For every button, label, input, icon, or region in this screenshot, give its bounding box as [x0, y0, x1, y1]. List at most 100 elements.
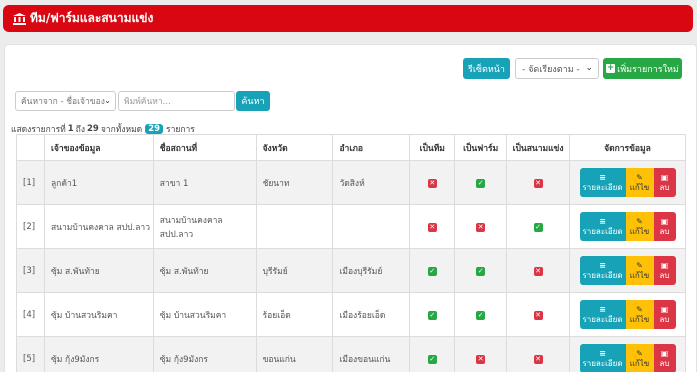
edit-button[interactable]: ✎ แก้ไข [625, 300, 654, 329]
farm-flag-cell: ✓ [454, 248, 508, 293]
province-cell [255, 204, 334, 249]
trash-icon: ▣ [660, 304, 669, 314]
column-header: เจ้าของข้อมูล [43, 134, 154, 161]
add-new-label: เพิ่มรายการใหม่ [617, 64, 679, 75]
row-number: [5] [16, 336, 45, 372]
team-flag-cell: ✓ [409, 336, 456, 372]
trash-icon: ▣ [660, 260, 669, 270]
cross-icon: ✕ [476, 222, 486, 232]
place-cell: ซุ้ม กุ้ง9มังกร [152, 336, 257, 372]
table-row: [2] สนามบ้านคงคาล สปป.ลาว สนามบ้านคงคาล สป… [16, 204, 686, 249]
check-icon: ✓ [476, 266, 486, 276]
edit-button[interactable]: ✎ แก้ไข [625, 344, 654, 372]
column-header: เป็นสนามแข่ง [506, 134, 570, 161]
detail-button[interactable]: ≡ รายละเอียด [579, 168, 626, 197]
delete-button[interactable]: ▣ ลบ [653, 344, 676, 372]
district-cell: เมืองบุรีรัมย์ [332, 248, 411, 293]
reset-page-button[interactable]: รีเซ็ตหน้า [463, 58, 510, 79]
delete-button[interactable]: ▣ ลบ [653, 168, 676, 197]
search-button[interactable]: ค้นหา [236, 91, 270, 111]
check-icon: ✓ [427, 354, 437, 364]
actions-cell: ≡ รายละเอียด ✎ แก้ไข ▣ ลบ [569, 204, 686, 249]
column-header: เป็นทีม [409, 134, 456, 161]
delete-button[interactable]: ▣ ลบ [653, 256, 676, 285]
delete-label: ลบ [659, 358, 670, 368]
edit-label: แก้ไข [629, 226, 650, 236]
place-cell: ซุ้ม บ้านสวนริมคา [152, 292, 257, 337]
owner-cell: ซุ้ม กุ้ง9มังกร [43, 336, 154, 372]
stadium-flag-cell: ✕ [506, 160, 570, 205]
district-cell: เมืองขอนแก่น [332, 336, 411, 372]
check-icon: ✓ [533, 222, 543, 232]
delete-label: ลบ [659, 314, 670, 324]
check-icon: ✓ [427, 266, 437, 276]
row-number: [2] [16, 204, 45, 249]
detail-button[interactable]: ≡ รายละเอียด [579, 256, 626, 285]
edit-button[interactable]: ✎ แก้ไข [625, 212, 654, 241]
actions-cell: ≡ รายละเอียด ✎ แก้ไข ▣ ลบ [569, 292, 686, 337]
detail-label: รายละเอียด [582, 314, 623, 324]
delete-label: ลบ [659, 182, 670, 192]
edit-label: แก้ไข [629, 182, 650, 192]
actions-cell: ≡ รายละเอียด ✎ แก้ไข ▣ ลบ [569, 160, 686, 205]
cross-icon: ✕ [533, 354, 543, 364]
edit-label: แก้ไข [629, 270, 650, 280]
check-icon: ✓ [427, 310, 437, 320]
row-number: [1] [16, 160, 45, 205]
total-badge: 29 [145, 124, 164, 134]
add-new-button[interactable]: + เพิ่มรายการใหม่ [603, 58, 682, 79]
trash-icon: ▣ [660, 172, 669, 182]
content-card: รีเซ็ตหน้า - จัดเรียงตาม - ⌄ + เพิ่มรายก… [4, 44, 697, 372]
edit-icon: ✎ [636, 348, 643, 358]
edit-button[interactable]: ✎ แก้ไข [625, 256, 654, 285]
owner-cell: ซุ้ม ส.พันท้าย [43, 248, 154, 293]
search-input[interactable]: พิมพ์ค้นหา... [118, 91, 235, 111]
sort-select[interactable]: - จัดเรียงตาม - ⌄ [515, 58, 599, 79]
table-row: [4] ซุ้ม บ้านสวนริมคา ซุ้ม บ้านสวนริมคา ร้อ… [16, 292, 686, 337]
edit-icon: ✎ [636, 216, 643, 226]
owner-cell: ลูกค้า1 [43, 160, 154, 205]
detail-label: รายละเอียด [582, 358, 623, 368]
chevron-down-icon: ⌄ [585, 63, 593, 73]
data-table: เจ้าของข้อมูล ชื่อสถานที่ จังหวัด อำเภอ … [16, 134, 686, 372]
search-field-select[interactable]: ค้นหาจาก - ชื่อเจ้าของ ⌄ [15, 91, 116, 111]
list-icon: ≡ [599, 304, 606, 314]
detail-button[interactable]: ≡ รายละเอียด [579, 344, 626, 372]
stadium-flag-cell: ✕ [506, 292, 570, 337]
check-icon: ✓ [476, 310, 486, 320]
column-header: เป็นฟาร์ม [454, 134, 508, 161]
province-cell: บุรีรัมย์ [255, 248, 334, 293]
edit-icon: ✎ [636, 304, 643, 314]
edit-button[interactable]: ✎ แก้ไข [625, 168, 654, 197]
column-header: อำเภอ [332, 134, 411, 161]
summary-to: 29 [86, 124, 99, 134]
detail-label: รายละเอียด [582, 226, 623, 236]
farm-flag-cell: ✓ [454, 160, 508, 205]
check-icon: ✓ [476, 178, 486, 188]
detail-button[interactable]: ≡ รายละเอียด [579, 212, 626, 241]
detail-button[interactable]: ≡ รายละเอียด [579, 300, 626, 329]
list-icon: ≡ [599, 216, 606, 226]
farm-flag-cell: ✓ [454, 292, 508, 337]
district-cell: เมืองร้อยเอ็ด [332, 292, 411, 337]
table-row: [5] ซุ้ม กุ้ง9มังกร ซุ้ม กุ้ง9มังกร ขอนแก่น… [16, 336, 686, 372]
stadium-flag-cell: ✕ [506, 336, 570, 372]
detail-label: รายละเอียด [582, 270, 623, 280]
team-flag-cell: ✓ [409, 292, 456, 337]
delete-button[interactable]: ▣ ลบ [653, 212, 676, 241]
cross-icon: ✕ [533, 310, 543, 320]
list-icon: ≡ [599, 348, 606, 358]
trash-icon: ▣ [660, 348, 669, 358]
chevron-down-icon: ⌄ [104, 96, 111, 105]
column-header: ชื่อสถานที่ [152, 134, 257, 161]
place-cell: ซุ้ม ส.พันท้าย [152, 248, 257, 293]
province-cell: ชัยนาท [255, 160, 334, 205]
actions-cell: ≡ รายละเอียด ✎ แก้ไข ▣ ลบ [569, 248, 686, 293]
cross-icon: ✕ [533, 266, 543, 276]
cross-icon: ✕ [476, 354, 486, 364]
row-number: [4] [16, 292, 45, 337]
district-cell: วัดสิงห์ [332, 160, 411, 205]
farm-flag-cell: ✕ [454, 336, 508, 372]
delete-button[interactable]: ▣ ลบ [653, 300, 676, 329]
place-cell: สาขา 1 [152, 160, 257, 205]
